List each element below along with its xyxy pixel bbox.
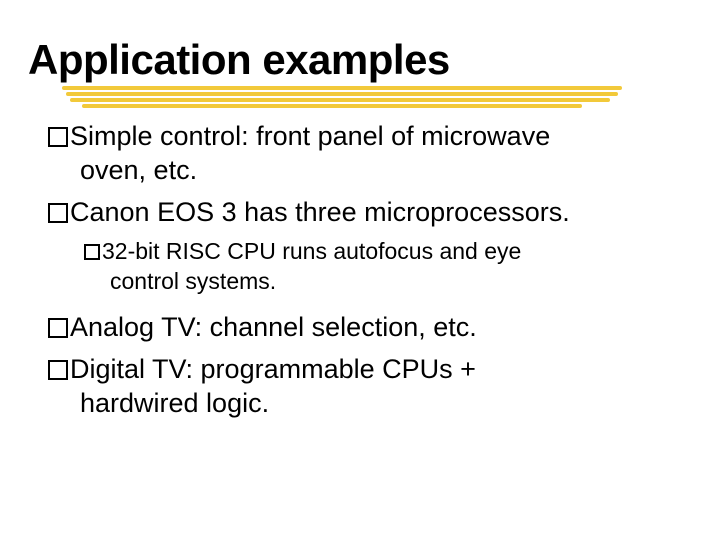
- bullet-item: Canon EOS 3 has three microprocessors.: [48, 196, 692, 230]
- title-underline: [62, 86, 622, 112]
- square-bullet-icon: [48, 203, 68, 223]
- bullet-list: Simple control: front panel of microwave…: [28, 120, 692, 420]
- bullet-text-cont: hardwired logic.: [48, 387, 692, 421]
- bullet-item: Analog TV: channel selection, etc.: [48, 311, 692, 345]
- bullet-text: Simple control: front panel of microwave: [70, 121, 550, 151]
- square-bullet-icon: [84, 244, 100, 260]
- bullet-text: Digital TV: programmable CPUs +: [70, 354, 476, 384]
- title-wrap: Application examples: [28, 38, 692, 82]
- slide-title: Application examples: [28, 38, 692, 82]
- square-bullet-icon: [48, 360, 68, 380]
- bullet-text: 32-bit RISC CPU runs autofocus and eye: [102, 238, 521, 264]
- slide: Application examples Simple control: fro…: [0, 0, 720, 448]
- sub-bullet-list: 32-bit RISC CPU runs autofocus and eye c…: [48, 237, 692, 297]
- square-bullet-icon: [48, 127, 68, 147]
- bullet-item: Digital TV: programmable CPUs + hardwire…: [48, 353, 692, 421]
- bullet-text-cont: control systems.: [84, 267, 692, 297]
- square-bullet-icon: [48, 318, 68, 338]
- sub-bullet-item: 32-bit RISC CPU runs autofocus and eye c…: [84, 237, 692, 297]
- bullet-text: Canon EOS 3 has three microprocessors.: [70, 197, 570, 227]
- bullet-item: Simple control: front panel of microwave…: [48, 120, 692, 188]
- bullet-text: Analog TV: channel selection, etc.: [70, 312, 477, 342]
- bullet-text-cont: oven, etc.: [48, 154, 692, 188]
